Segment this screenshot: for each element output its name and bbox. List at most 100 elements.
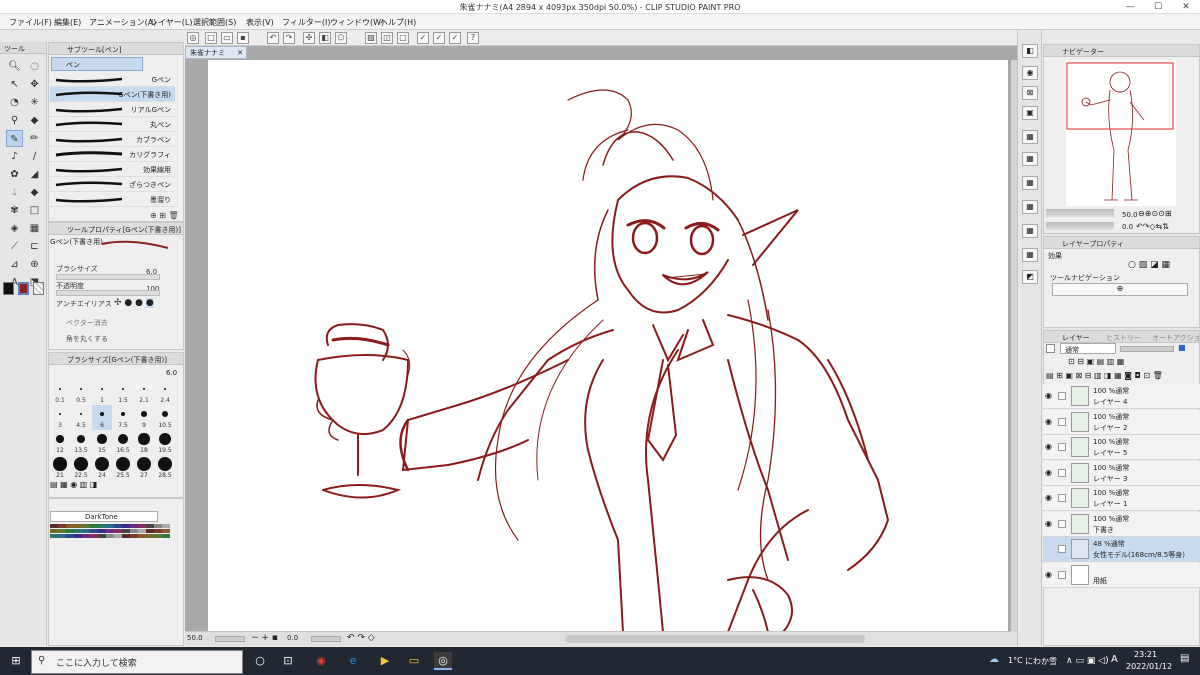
layer-option-icons[interactable]: ⊡ ⊟ ▣ ▤ ▥ ▦	[1068, 357, 1124, 366]
layer-prop-icon[interactable]: ▣	[1022, 106, 1038, 120]
decoration-icon[interactable]: ✿	[6, 166, 23, 183]
layer-row[interactable]: ◉ 100 %通常 レイヤー 4	[1043, 384, 1200, 409]
layer-row[interactable]: ◉ 100 %通常 レイヤー 3	[1043, 460, 1200, 486]
menu-file[interactable]: ファイル(F)	[9, 17, 52, 28]
zoom-readout[interactable]: 50.0	[187, 634, 203, 642]
airbrush-icon[interactable]: ∕	[26, 148, 43, 165]
pencil-tool-icon[interactable]: ✏	[26, 130, 43, 147]
minimize-button[interactable]: —	[1116, 0, 1144, 14]
brush-size-cell[interactable]: 6	[92, 405, 112, 430]
material-icon[interactable]: ⊠	[1022, 86, 1038, 100]
layer-row[interactable]: ◉ 100 %通常 下書き	[1043, 511, 1200, 537]
color-swatch[interactable]	[162, 534, 170, 538]
color-swatch[interactable]	[58, 529, 66, 533]
color-swatch[interactable]	[130, 529, 138, 533]
brush-size-slider[interactable]	[56, 274, 160, 280]
layer-row[interactable]: 48 %通常 女性モデル(168cm/8.5等身)	[1043, 537, 1200, 562]
menu-layer[interactable]: レイヤー(L)	[150, 17, 192, 28]
document-tab-close[interactable]: ✕	[237, 49, 243, 57]
move-layer-icon[interactable]: ✥	[26, 76, 43, 93]
layer-lock-checkbox[interactable]	[1058, 417, 1066, 426]
color-swatch[interactable]	[98, 529, 106, 533]
angle-slider[interactable]	[311, 636, 341, 642]
sub-view-icon[interactable]: ◉	[1022, 66, 1038, 80]
material4-icon[interactable]: ▦	[1022, 176, 1038, 190]
subtool-tab[interactable]: サブツール[ペン]	[49, 43, 183, 55]
color-swatch[interactable]	[154, 524, 162, 528]
snap-ruler-icon[interactable]: ✓	[417, 32, 429, 44]
opacity-slider[interactable]	[56, 290, 160, 296]
color-swatch[interactable]	[98, 534, 106, 538]
brush-size-tab[interactable]: ブラシサイズ[Gペン(下書き用)]	[49, 353, 183, 365]
clip-studio-taskbar-icon[interactable]: ◎	[434, 652, 452, 670]
color-swatch[interactable]	[154, 534, 162, 538]
brush-item[interactable]: 効果線用	[50, 162, 175, 177]
layer-tab[interactable]: レイヤー	[1062, 334, 1090, 342]
layer-row[interactable]: ◉ 100 %通常 レイヤー 5	[1043, 435, 1200, 460]
color-swatch[interactable]	[50, 534, 58, 538]
main-color-black[interactable]	[3, 282, 14, 295]
color-swatch[interactable]	[106, 529, 114, 533]
eraser-icon[interactable]: ◆	[26, 112, 43, 129]
color-swatch[interactable]	[90, 534, 98, 538]
material6-icon[interactable]: ▦	[1022, 224, 1038, 238]
new-file-icon[interactable]: □	[205, 32, 217, 44]
navigator-preview[interactable]	[1066, 60, 1176, 206]
color-swatch[interactable]	[98, 524, 106, 528]
clock-date[interactable]: 2022/01/12	[1126, 662, 1172, 671]
brush-item[interactable]: リアルGペン	[50, 102, 175, 117]
tool-navigation-button[interactable]: ⊕	[1052, 283, 1188, 296]
weather-text[interactable]: にわか雪	[1025, 656, 1057, 667]
visibility-eye-icon[interactable]: ◉	[1045, 570, 1052, 579]
brush-size-current[interactable]: 6.0	[166, 369, 177, 377]
deselect-icon[interactable]: ▨	[365, 32, 377, 44]
brush-size-cell[interactable]: 15	[92, 430, 112, 455]
clear-icon[interactable]: ✣	[303, 32, 315, 44]
color-swatch[interactable]	[106, 534, 114, 538]
task-view-icon[interactable]: ⊡	[279, 652, 297, 670]
brush-item[interactable]: Gペン	[50, 72, 175, 87]
transparent-color[interactable]	[33, 282, 44, 295]
navigator-icon[interactable]: ◧	[1022, 44, 1038, 58]
color-swatch[interactable]	[114, 529, 122, 533]
menu-animation[interactable]: アニメーション(A)	[89, 17, 156, 28]
brush-item[interactable]: 丸ペン	[50, 117, 175, 132]
visibility-eye-icon[interactable]: ◉	[1045, 493, 1052, 502]
bucket-icon[interactable]: ◈	[6, 220, 23, 237]
color-swatch[interactable]	[74, 524, 82, 528]
layer-lock-checkbox[interactable]	[1058, 468, 1066, 477]
layer-row[interactable]: ◉ 100 %通常 レイヤー 2	[1043, 409, 1200, 435]
brush-size-cell[interactable]: 22.5	[71, 455, 91, 480]
color-swatch[interactable]	[130, 534, 138, 538]
layer-lock-checkbox[interactable]	[1058, 519, 1066, 528]
brush-item[interactable]: カブラペン	[50, 132, 175, 147]
brush-size-cell[interactable]: 4.5	[71, 405, 91, 430]
blend-icon[interactable]: 💧︎	[6, 184, 23, 201]
color-swatch[interactable]	[58, 524, 66, 528]
blend-mode-select[interactable]: 通常	[1060, 343, 1116, 354]
color-swatch[interactable]	[146, 534, 154, 538]
brush-size-cell[interactable]: 2.4	[155, 380, 175, 405]
color-swatch[interactable]	[146, 529, 154, 533]
document-tab[interactable]: 朱雀ナナミ ✕	[185, 46, 247, 59]
subtool-group[interactable]: ペン	[51, 57, 143, 71]
brush-size-cell[interactable]: 24	[92, 455, 112, 480]
gradient-icon[interactable]: ✾	[6, 202, 23, 219]
menu-help[interactable]: ヘルプ(H)	[380, 17, 416, 28]
hand-tool-icon[interactable]: ◌	[26, 58, 43, 75]
color-swatch[interactable]	[138, 529, 146, 533]
antialias-options[interactable]: ✢ ● ● ●	[114, 298, 154, 308]
eyedropper-icon[interactable]: ⚲	[6, 112, 23, 129]
brush-size-cell[interactable]: 25.5	[113, 455, 133, 480]
auto-action-tab[interactable]: オートアクション	[1152, 333, 1199, 343]
color-swatch[interactable]	[50, 529, 58, 533]
tool-property-tab[interactable]: ツールプロパティ[Gペン(下書き用)]	[49, 223, 183, 235]
color-swatch[interactable]	[66, 524, 74, 528]
layer-lock-checkbox[interactable]	[1058, 494, 1066, 502]
operation-tool-icon[interactable]: ↖	[6, 76, 23, 93]
correct-line-icon[interactable]: ⊿	[6, 256, 23, 273]
zoom-slider[interactable]	[215, 636, 245, 642]
color-swatch[interactable]	[90, 524, 98, 528]
brush-size-cell[interactable]: 28.5	[155, 455, 175, 480]
angle-readout[interactable]: 0.0	[287, 634, 298, 642]
